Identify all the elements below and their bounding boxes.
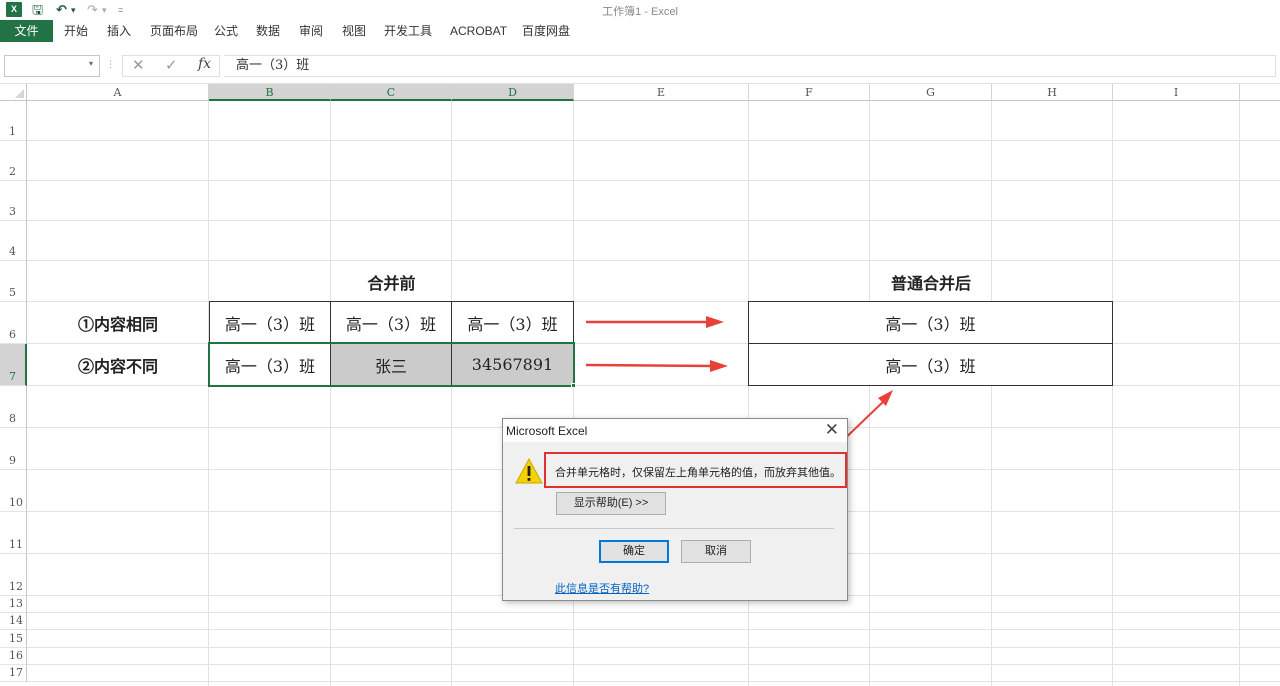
name-box-dropdown-icon[interactable]: ▾	[89, 59, 93, 68]
cell-d6[interactable]: 高一（3）班	[451, 301, 574, 344]
column-header-d[interactable]: D	[452, 84, 574, 101]
tab-file[interactable]: 文件	[0, 20, 53, 42]
row-label-different-content[interactable]: ②内容不同	[27, 344, 209, 386]
gridline	[27, 220, 1280, 221]
tab-developer[interactable]: 开发工具	[384, 20, 432, 42]
fill-handle[interactable]	[571, 383, 576, 388]
row-header-8[interactable]: 8	[0, 386, 27, 428]
gridline	[869, 101, 870, 686]
column-header-f[interactable]: F	[749, 84, 870, 101]
formula-bar-grip-icon[interactable]: ⋮	[106, 59, 115, 70]
tab-data[interactable]: 数据	[256, 20, 280, 42]
cell-c6[interactable]: 高一（3）班	[330, 301, 452, 344]
gridline	[208, 101, 209, 686]
gridline	[27, 140, 1280, 141]
tab-home[interactable]: 开始	[64, 20, 88, 42]
row-header-12[interactable]: 12	[0, 554, 27, 596]
cancel-formula-icon[interactable]: ✕	[132, 56, 145, 74]
dialog-title: Microsoft Excel	[506, 424, 588, 438]
row-header-16[interactable]: 16	[0, 648, 27, 665]
gridline	[27, 612, 1280, 613]
row-header-9[interactable]: 9	[0, 428, 27, 470]
formula-bar: ▾ ⋮ ✕ ✓ fx 高一（3）班	[0, 42, 1280, 84]
gridline	[27, 180, 1280, 181]
row-header-17[interactable]: 17	[0, 665, 27, 682]
merged-cell-f7-h7[interactable]: 高一（3）班	[748, 343, 1113, 386]
gridline	[27, 664, 1280, 665]
row-header-7[interactable]: 7	[0, 344, 27, 386]
ribbon-tabs: 文件 开始 插入 页面布局 公式 数据 审阅 视图 开发工具 ACROBAT 百…	[0, 20, 1280, 42]
gridline	[991, 101, 992, 686]
row-header-5[interactable]: 5	[0, 261, 27, 302]
warning-icon	[515, 458, 543, 484]
row-label-same-content[interactable]: ①内容相同	[27, 302, 209, 344]
tab-page-layout[interactable]: 页面布局	[150, 20, 198, 42]
row-header-15[interactable]: 15	[0, 630, 27, 648]
cell-d7[interactable]: 34567891	[451, 343, 574, 386]
column-header-h[interactable]: H	[992, 84, 1113, 101]
row-header-13[interactable]: 13	[0, 596, 27, 613]
tab-baidu-netdisk[interactable]: 百度网盘	[522, 20, 570, 42]
gridline	[27, 647, 1280, 648]
column-header-i[interactable]: I	[1113, 84, 1240, 101]
dialog-separator	[514, 528, 834, 529]
select-all-corner[interactable]	[0, 84, 27, 101]
after-merge-title[interactable]: 普通合并后	[749, 261, 1113, 302]
merged-cell-f6-h6[interactable]: 高一（3）班	[748, 301, 1113, 344]
show-help-button[interactable]: 显示帮助(E) >>	[556, 492, 666, 515]
row-header-1[interactable]: 1	[0, 101, 27, 141]
tab-view[interactable]: 视图	[342, 20, 366, 42]
cell-b6[interactable]: 高一（3）班	[209, 301, 331, 344]
cell-b7[interactable]: 高一（3）班	[209, 343, 331, 386]
tab-insert[interactable]: 插入	[107, 20, 131, 42]
name-box[interactable]: ▾	[4, 55, 100, 77]
row-header-2[interactable]: 2	[0, 141, 27, 181]
tab-formulas[interactable]: 公式	[214, 20, 238, 42]
gridline	[451, 101, 452, 686]
gridline	[27, 629, 1280, 630]
ok-button[interactable]: 确定	[599, 540, 669, 563]
gridline	[1239, 101, 1240, 686]
tab-review[interactable]: 审阅	[299, 20, 323, 42]
dialog-title-bar[interactable]: Microsoft Excel ✕	[503, 419, 847, 442]
title-bar: X 🖫 ↶ ▾ ↷ ▾ = 工作簿1 - Excel	[0, 0, 1280, 20]
merge-warning-dialog: Microsoft Excel ✕ 合并单元格时，仅保留左上角单元格的值，而放弃…	[502, 418, 848, 601]
enter-formula-icon[interactable]: ✓	[165, 56, 178, 74]
gridline	[27, 681, 1280, 682]
dialog-message: 合并单元格时，仅保留左上角单元格的值，而放弃其他值。	[555, 467, 841, 479]
row-header-14[interactable]: 14	[0, 613, 27, 630]
row-header-10[interactable]: 10	[0, 470, 27, 512]
gridline	[1112, 101, 1113, 686]
cancel-button[interactable]: 取消	[681, 540, 751, 563]
column-header-g[interactable]: G	[870, 84, 992, 101]
feedback-link[interactable]: 此信息是否有帮助?	[555, 580, 649, 596]
row-header-11[interactable]: 11	[0, 512, 27, 554]
gridline	[330, 101, 331, 686]
insert-function-icon[interactable]: fx	[198, 56, 211, 72]
before-merge-title[interactable]: 合并前	[209, 261, 574, 302]
row-header-3[interactable]: 3	[0, 181, 27, 221]
window-title: 工作簿1 - Excel	[602, 6, 678, 18]
cell-c7[interactable]: 张三	[330, 343, 452, 386]
close-icon[interactable]: ✕	[825, 420, 839, 440]
tab-acrobat[interactable]: ACROBAT	[450, 20, 507, 42]
row-header-6[interactable]: 6	[0, 302, 27, 344]
column-header-j[interactable]	[1240, 84, 1280, 101]
column-header-e[interactable]: E	[574, 84, 749, 101]
formula-input[interactable]: 高一（3）班	[224, 55, 1276, 77]
column-header-c[interactable]: C	[331, 84, 452, 101]
row-header-4[interactable]: 4	[0, 221, 27, 261]
column-header-b[interactable]: B	[209, 84, 331, 101]
column-header-a[interactable]: A	[27, 84, 209, 101]
